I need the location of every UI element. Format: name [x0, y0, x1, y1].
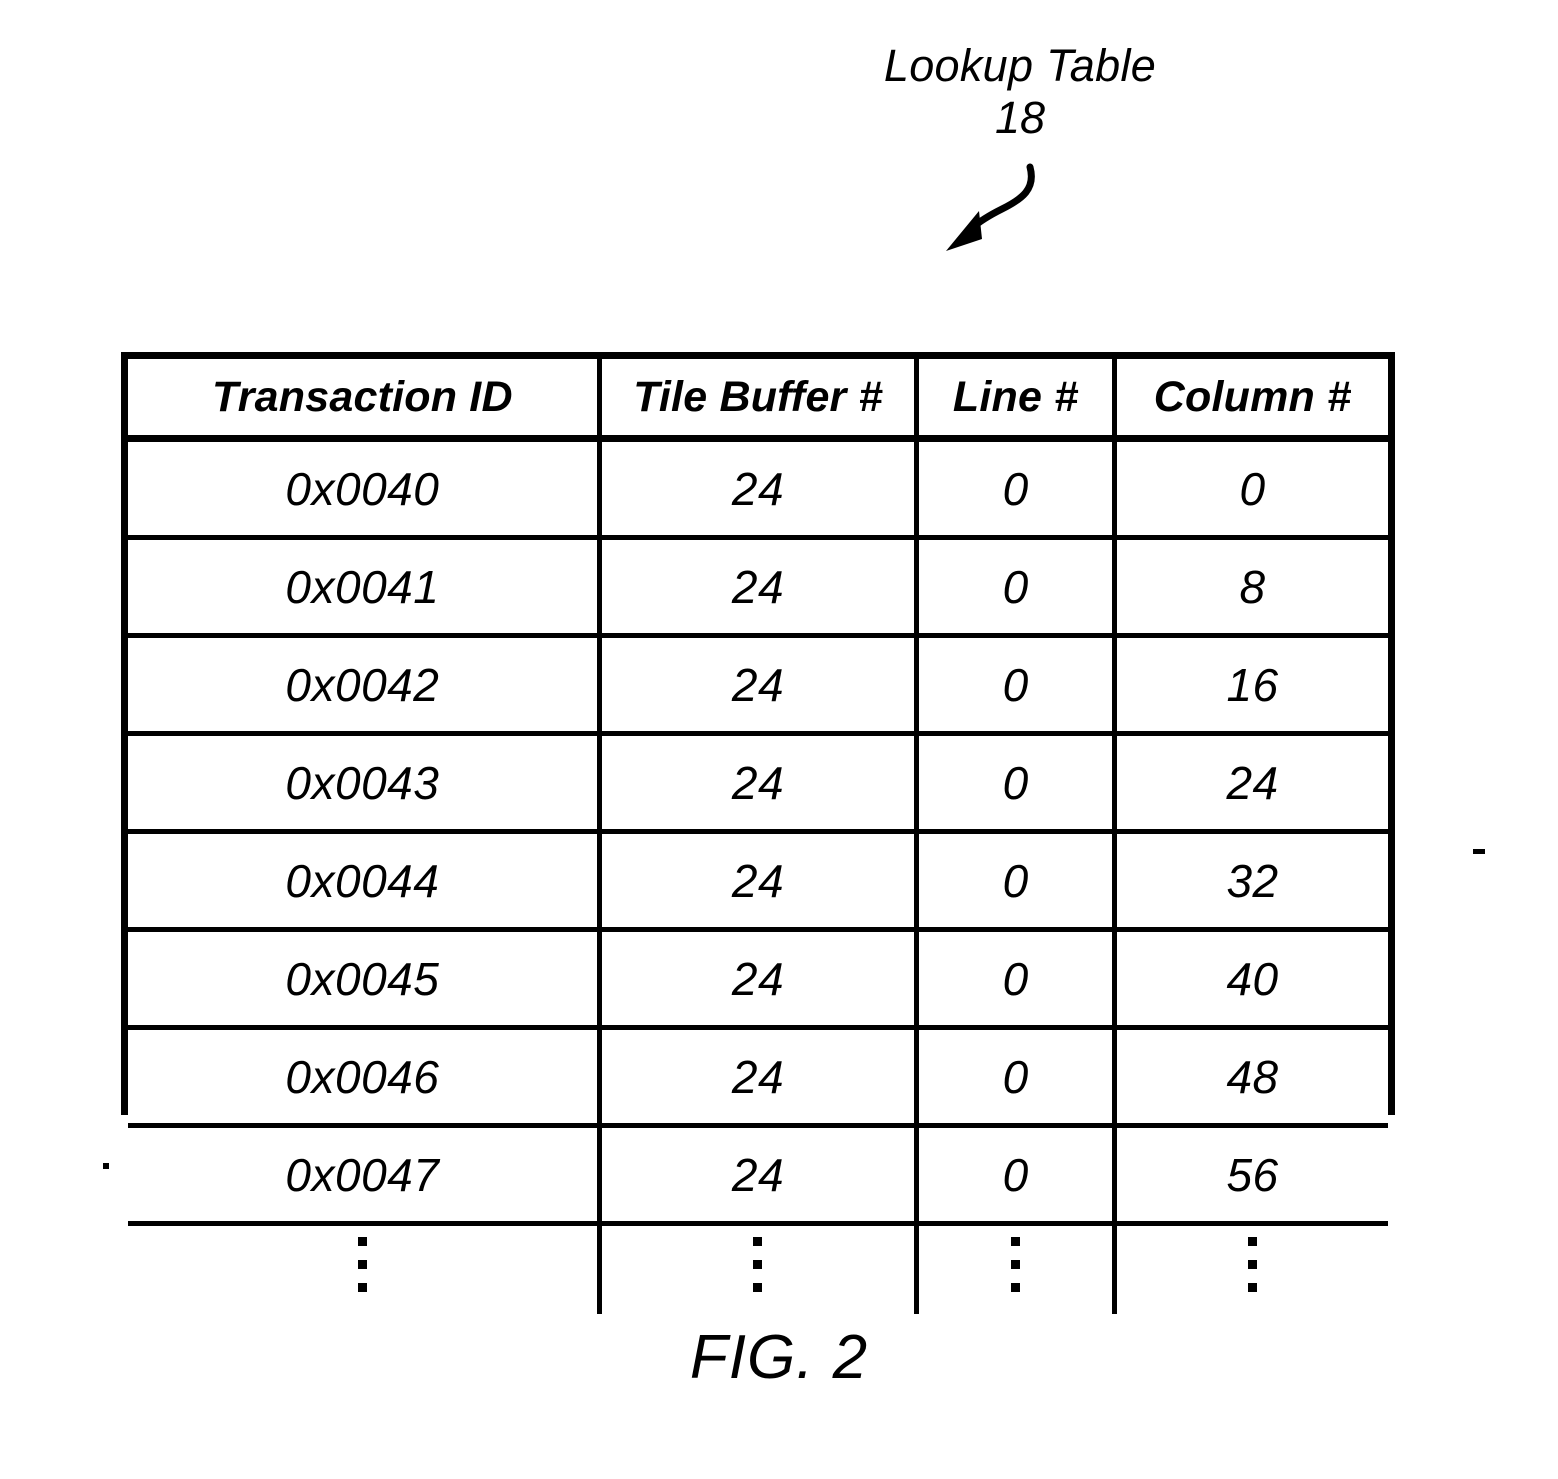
- cell-tile-buffer: 24: [599, 831, 920, 932]
- cell-continuation-transaction-id: [128, 1223, 602, 1314]
- cell-tile-buffer: 24: [599, 438, 920, 540]
- table-row: 0x0046 24 0 48: [128, 1027, 1388, 1128]
- cell-line: 0: [916, 1027, 1118, 1128]
- vertical-ellipsis-icon: [357, 1237, 367, 1292]
- column-header-column: Column #: [1114, 359, 1388, 442]
- callout-reference-numeral: 18: [994, 91, 1046, 143]
- table-row: 0x0041 24 0 8: [128, 537, 1388, 638]
- cell-transaction-id: 0x0043: [128, 733, 602, 834]
- cell-column: 16: [1114, 635, 1388, 736]
- table-row: 0x0040 24 0 0: [128, 438, 1388, 540]
- cell-line: 0: [916, 537, 1118, 638]
- cell-line: 0: [916, 635, 1118, 736]
- cell-transaction-id: 0x0044: [128, 831, 602, 932]
- table-row-continuation: [128, 1223, 1388, 1314]
- cell-tile-buffer: 24: [599, 537, 920, 638]
- cell-continuation-tile-buffer: [599, 1223, 920, 1314]
- cell-tile-buffer: 24: [599, 733, 920, 834]
- lookup-table: Transaction ID Tile Buffer # Line # Colu…: [121, 352, 1395, 1314]
- callout-label: Lookup Table 18: [810, 42, 1230, 141]
- callout-title: Lookup Table: [883, 40, 1157, 91]
- table-row: 0x0043 24 0 24: [128, 733, 1388, 834]
- figure-caption: FIG. 2: [689, 1323, 869, 1392]
- cell-column: 8: [1114, 537, 1388, 638]
- cell-transaction-id: 0x0042: [128, 635, 602, 736]
- curved-arrow-icon: [946, 163, 1035, 251]
- cell-column: 40: [1114, 929, 1388, 1030]
- cell-transaction-id: 0x0041: [128, 537, 602, 638]
- figure-page: Lookup Table 18 Transaction ID Tile Buff…: [0, 0, 1558, 1479]
- column-header-tile-buffer: Tile Buffer #: [599, 359, 920, 442]
- table-row: 0x0045 24 0 40: [128, 929, 1388, 1030]
- cell-line: 0: [916, 929, 1118, 1030]
- cell-continuation-line: [916, 1223, 1118, 1314]
- column-header-transaction-id: Transaction ID: [128, 359, 602, 442]
- cell-line: 0: [916, 438, 1118, 540]
- table-header: Transaction ID Tile Buffer # Line # Colu…: [128, 359, 1388, 442]
- cell-transaction-id: 0x0047: [128, 1125, 602, 1226]
- scan-artifact-dot: [103, 1163, 109, 1169]
- table-body: 0x0040 24 0 0 0x0041 24 0 8 0x0042 24 0 …: [128, 438, 1388, 1314]
- cell-tile-buffer: 24: [599, 929, 920, 1030]
- cell-column: 48: [1114, 1027, 1388, 1128]
- cell-tile-buffer: 24: [599, 1125, 920, 1226]
- column-header-line: Line #: [916, 359, 1118, 442]
- header-row: Transaction ID Tile Buffer # Line # Colu…: [128, 359, 1388, 442]
- cell-line: 0: [916, 831, 1118, 932]
- cell-column: 56: [1114, 1125, 1388, 1226]
- cell-line: 0: [916, 733, 1118, 834]
- vertical-ellipsis-icon: [753, 1237, 763, 1292]
- table-row: 0x0047 24 0 56: [128, 1125, 1388, 1226]
- cell-transaction-id: 0x0046: [128, 1027, 602, 1128]
- cell-continuation-column: [1114, 1223, 1388, 1314]
- cell-column: 0: [1114, 438, 1388, 540]
- cell-transaction-id: 0x0040: [128, 438, 602, 540]
- cell-tile-buffer: 24: [599, 635, 920, 736]
- table-row: 0x0044 24 0 32: [128, 831, 1388, 932]
- cell-transaction-id: 0x0045: [128, 929, 602, 1030]
- cell-line: 0: [916, 1125, 1118, 1226]
- scan-artifact-dash: [1473, 849, 1485, 854]
- vertical-ellipsis-icon: [1248, 1237, 1258, 1292]
- cell-column: 24: [1114, 733, 1388, 834]
- cell-column: 32: [1114, 831, 1388, 932]
- vertical-ellipsis-icon: [1011, 1237, 1021, 1292]
- lookup-table-grid: Transaction ID Tile Buffer # Line # Colu…: [128, 359, 1388, 1314]
- table-row: 0x0042 24 0 16: [128, 635, 1388, 736]
- cell-tile-buffer: 24: [599, 1027, 920, 1128]
